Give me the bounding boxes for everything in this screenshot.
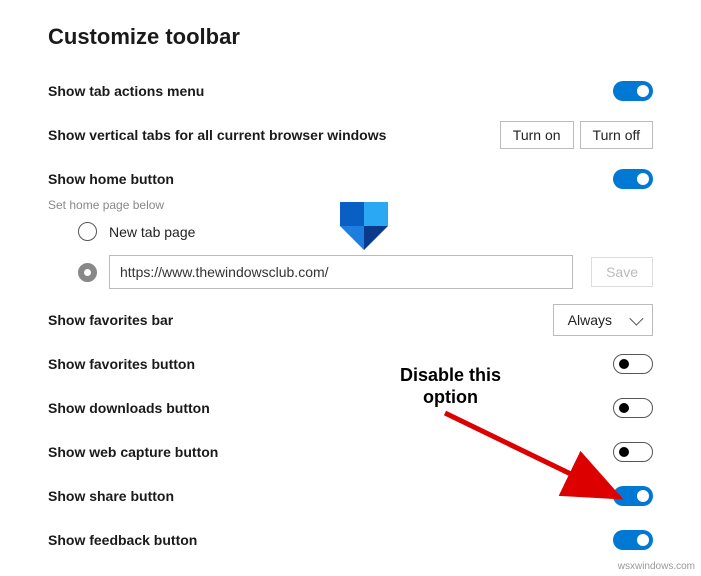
row-downloads-button: Show downloads button <box>48 391 653 425</box>
home-url-input[interactable] <box>109 255 573 289</box>
turn-on-button[interactable]: Turn on <box>500 121 574 149</box>
downloads-button-label: Show downloads button <box>48 400 210 416</box>
share-button-toggle[interactable] <box>613 486 653 506</box>
chevron-down-icon <box>629 312 643 326</box>
vertical-tabs-label: Show vertical tabs for all current brows… <box>48 127 386 143</box>
annotation-line2: option <box>400 387 501 409</box>
tab-actions-toggle[interactable] <box>613 81 653 101</box>
web-capture-button-label: Show web capture button <box>48 444 218 460</box>
page-title: Customize toolbar <box>48 24 653 50</box>
row-share-button: Show share button <box>48 479 653 513</box>
row-web-capture-button: Show web capture button <box>48 435 653 469</box>
turn-off-button[interactable]: Turn off <box>580 121 653 149</box>
row-home-button: Show home button <box>48 162 653 196</box>
row-favorites-bar: Show favorites bar Always <box>48 303 653 337</box>
share-button-label: Show share button <box>48 488 174 504</box>
row-tab-actions: Show tab actions menu <box>48 74 653 108</box>
home-button-toggle[interactable] <box>613 169 653 189</box>
radio-url[interactable] <box>78 263 97 282</box>
feedback-button-toggle[interactable] <box>613 530 653 550</box>
web-capture-button-toggle[interactable] <box>613 442 653 462</box>
radio-new-tab[interactable] <box>78 222 97 241</box>
row-favorites-button: Show favorites button <box>48 347 653 381</box>
save-button[interactable]: Save <box>591 257 653 287</box>
row-vertical-tabs: Show vertical tabs for all current brows… <box>48 118 653 152</box>
favorites-bar-dropdown[interactable]: Always <box>553 304 653 336</box>
favorites-button-label: Show favorites button <box>48 356 195 372</box>
brand-logo-icon <box>340 202 388 250</box>
favorites-button-toggle[interactable] <box>613 354 653 374</box>
watermark-text: wsxwindows.com <box>618 561 695 572</box>
annotation-line1: Disable this <box>400 365 501 387</box>
row-feedback-button: Show feedback button <box>48 523 653 557</box>
favorites-bar-label: Show favorites bar <box>48 312 173 328</box>
radio-new-tab-label: New tab page <box>109 224 195 240</box>
tab-actions-label: Show tab actions menu <box>48 83 204 99</box>
feedback-button-label: Show feedback button <box>48 532 197 548</box>
downloads-button-toggle[interactable] <box>613 398 653 418</box>
home-button-label: Show home button <box>48 171 174 187</box>
dropdown-value: Always <box>568 312 612 328</box>
radio-url-row: Save <box>78 255 653 289</box>
annotation-text: Disable this option <box>400 365 501 408</box>
